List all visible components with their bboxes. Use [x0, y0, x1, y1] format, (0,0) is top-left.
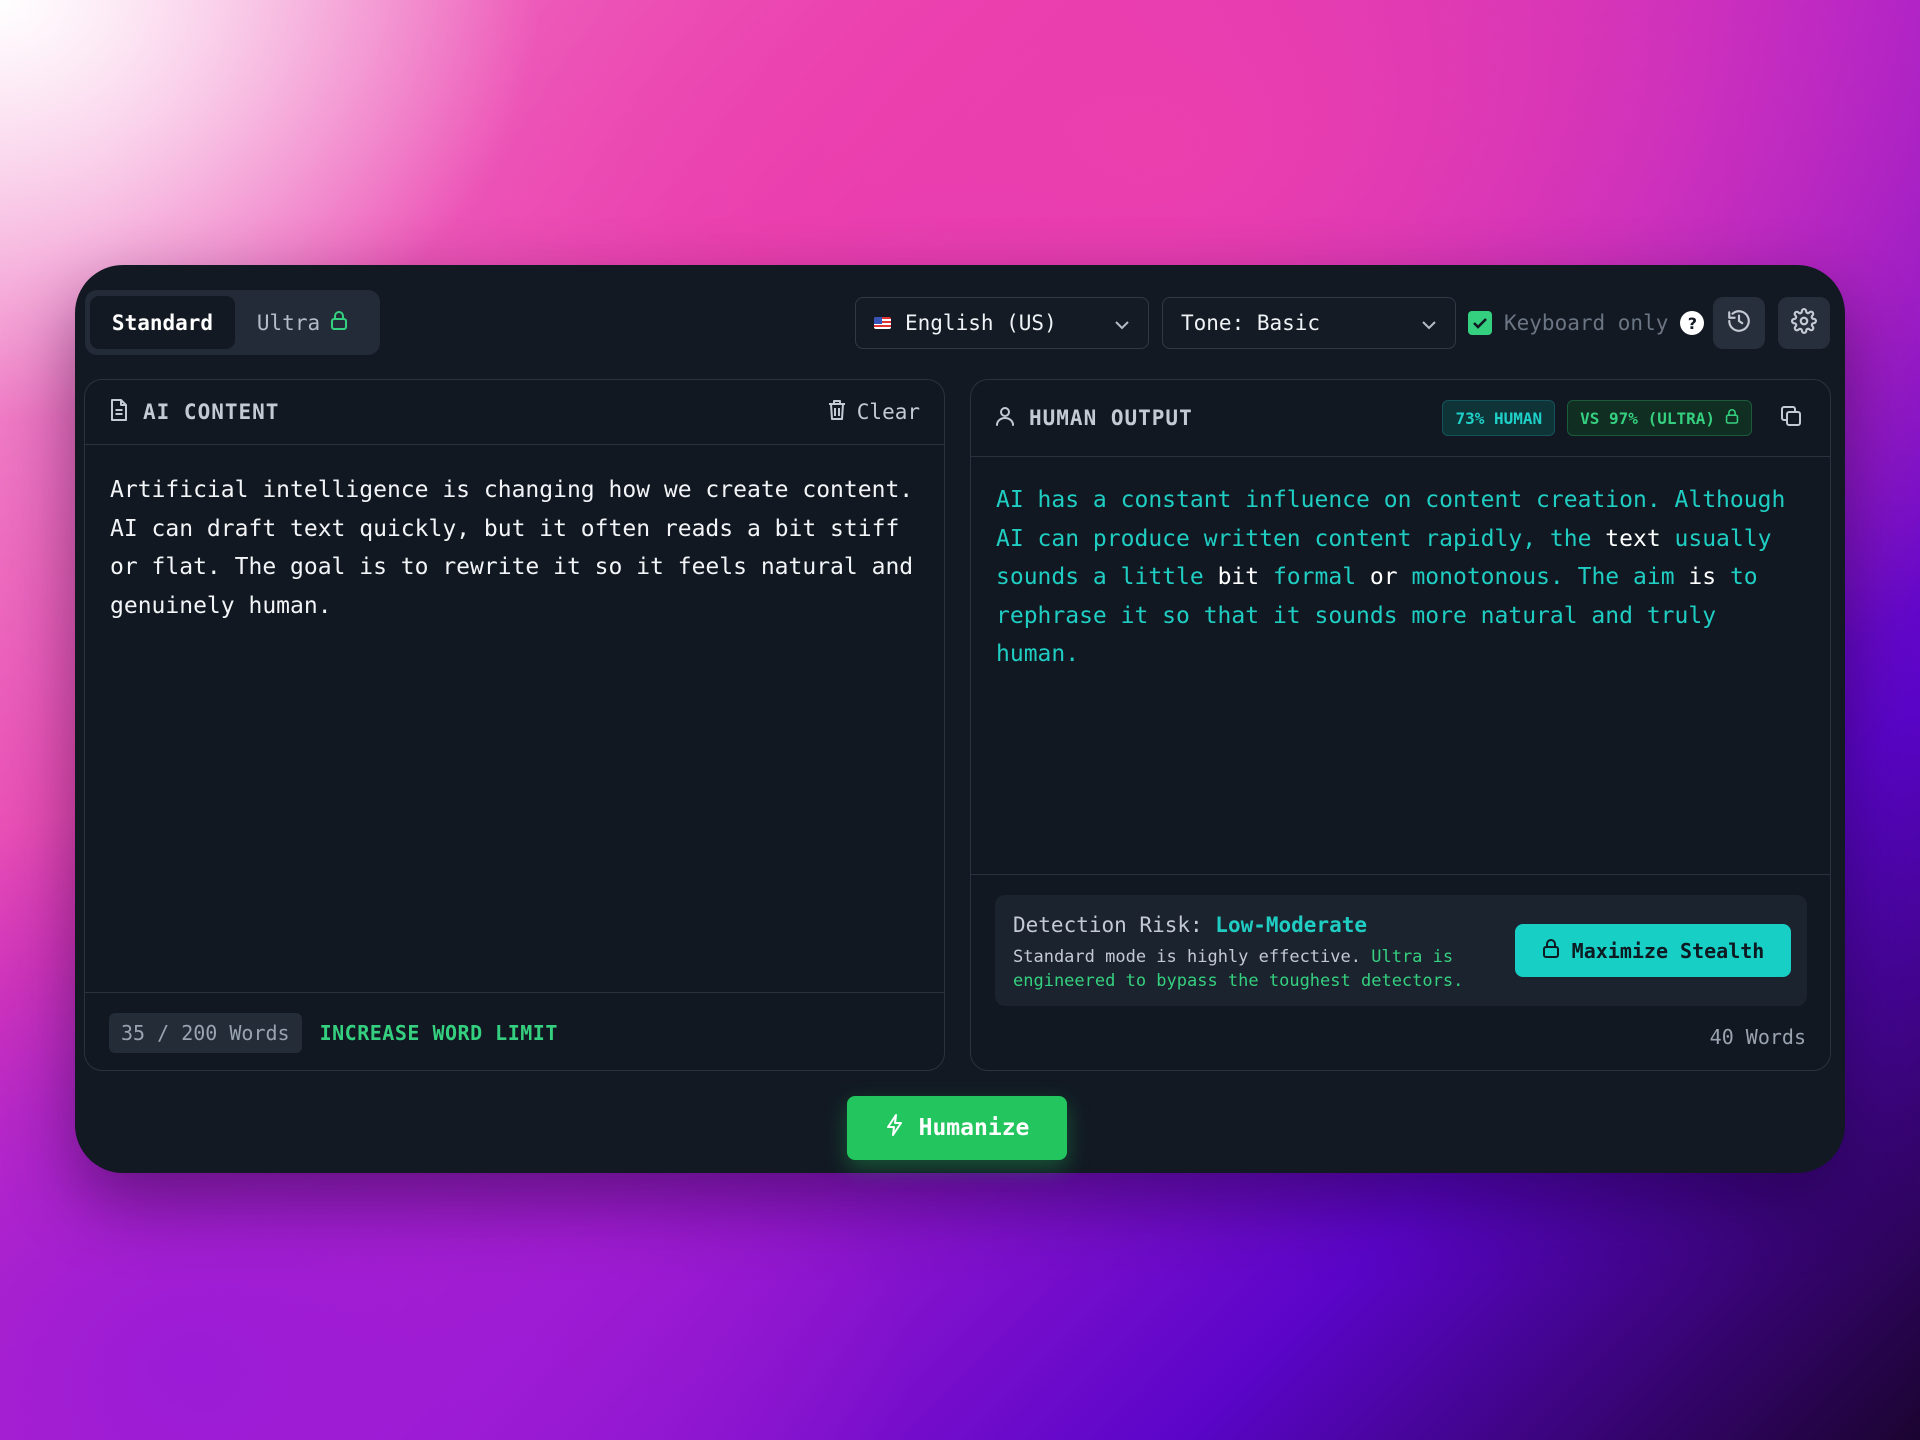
- history-icon: [1726, 308, 1752, 338]
- tone-select[interactable]: Tone: Basic: [1162, 297, 1456, 349]
- detection-risk-title: Detection Risk: Low-Moderate: [1013, 913, 1367, 937]
- us-flag-icon: [874, 317, 891, 329]
- lock-icon: [1725, 408, 1739, 428]
- keyboard-only-checkbox[interactable]: [1468, 311, 1492, 335]
- risk-desc-plain: Standard mode is highly effective.: [1013, 947, 1372, 967]
- humanize-label: Humanize: [918, 1115, 1030, 1141]
- mode-standard-button[interactable]: Standard: [90, 296, 235, 349]
- copy-button[interactable]: [1776, 403, 1806, 433]
- history-button[interactable]: [1713, 297, 1765, 349]
- unchanged-text-segment: text: [1605, 525, 1661, 552]
- detection-risk-card: Detection Risk: Low-Moderate Standard mo…: [995, 895, 1807, 1006]
- human-output-panel: HUMAN OUTPUT 73% HUMAN VS 97% (ULTRA) AI…: [970, 379, 1831, 1071]
- ai-content-title: AI CONTENT: [143, 400, 280, 424]
- language-select[interactable]: English (US): [855, 297, 1149, 349]
- human-output-text: AI has a constant influence on content c…: [971, 457, 1830, 874]
- human-score-label: 73% HUMAN: [1455, 408, 1543, 428]
- human-output-title: HUMAN OUTPUT: [1029, 406, 1193, 430]
- detection-risk-level: Low-Moderate: [1215, 913, 1368, 937]
- tone-value: Tone: Basic: [1181, 311, 1321, 335]
- ai-content-panel: AI CONTENT Clear Artificial intelligence…: [84, 379, 945, 1071]
- mode-toggle: Standard Ultra: [85, 290, 380, 355]
- unchanged-text-segment: or: [1369, 564, 1398, 590]
- lightning-icon: [885, 1113, 905, 1143]
- ultra-score-label: VS 97% (ULTRA): [1580, 408, 1715, 428]
- trash-icon: [827, 399, 847, 426]
- user-icon: [995, 405, 1015, 431]
- increase-word-limit-link[interactable]: INCREASE WORD LIMIT: [320, 1021, 558, 1045]
- document-icon: [109, 398, 129, 426]
- clear-label: Clear: [856, 400, 920, 424]
- language-value: English (US): [905, 311, 1057, 335]
- keyboard-only-label: Keyboard only: [1504, 311, 1669, 335]
- humanizer-app: Standard Ultra English (US) Tone: Basic: [75, 265, 1845, 1173]
- output-word-count: 40 Words: [1709, 1025, 1806, 1049]
- ai-content-footer: 35 / 200 Words INCREASE WORD LIMIT: [85, 992, 944, 1070]
- gear-icon: [1791, 308, 1817, 338]
- chevron-down-icon: [1421, 311, 1437, 335]
- mode-standard-label: Standard: [111, 310, 214, 335]
- changed-text-segment: monotonous. The aim: [1397, 564, 1689, 590]
- human-output-footer: Detection Risk: Low-Moderate Standard mo…: [971, 874, 1830, 1070]
- maximize-stealth-button[interactable]: Maximize Stealth: [1515, 924, 1791, 977]
- ultra-score-badge[interactable]: VS 97% (ULTRA): [1567, 400, 1752, 436]
- maximize-stealth-label: Maximize Stealth: [1571, 938, 1765, 963]
- human-score-badge: 73% HUMAN: [1442, 400, 1556, 436]
- toolbar: Standard Ultra English (US) Tone: Basic: [75, 265, 1845, 375]
- humanize-button[interactable]: Humanize: [847, 1096, 1067, 1160]
- unchanged-text-segment: bit: [1217, 564, 1260, 590]
- detection-risk-label: Detection Risk:: [1013, 913, 1216, 937]
- settings-button[interactable]: [1778, 297, 1830, 349]
- lock-icon: [1542, 938, 1560, 963]
- detection-risk-description: Standard mode is highly effective. Ultra…: [1013, 945, 1533, 993]
- mode-ultra-label: Ultra: [256, 310, 321, 335]
- input-word-count: 35 / 200 Words: [109, 1012, 302, 1053]
- help-icon[interactable]: ?: [1680, 311, 1705, 335]
- chevron-down-icon: [1114, 311, 1130, 335]
- changed-text-segment: formal: [1259, 564, 1370, 590]
- mode-ultra-button[interactable]: Ultra: [235, 296, 370, 349]
- clear-button[interactable]: Clear: [827, 399, 920, 426]
- ai-content-input[interactable]: Artificial intelligence is changing how …: [85, 445, 944, 992]
- lock-icon: [330, 310, 348, 335]
- copy-icon: [1779, 404, 1803, 432]
- keyboard-only-toggle: Keyboard only ?: [1468, 305, 1705, 341]
- human-output-header: HUMAN OUTPUT 73% HUMAN VS 97% (ULTRA): [971, 380, 1830, 457]
- ai-content-header: AI CONTENT Clear: [85, 380, 944, 445]
- unchanged-text-segment: is: [1688, 564, 1717, 590]
